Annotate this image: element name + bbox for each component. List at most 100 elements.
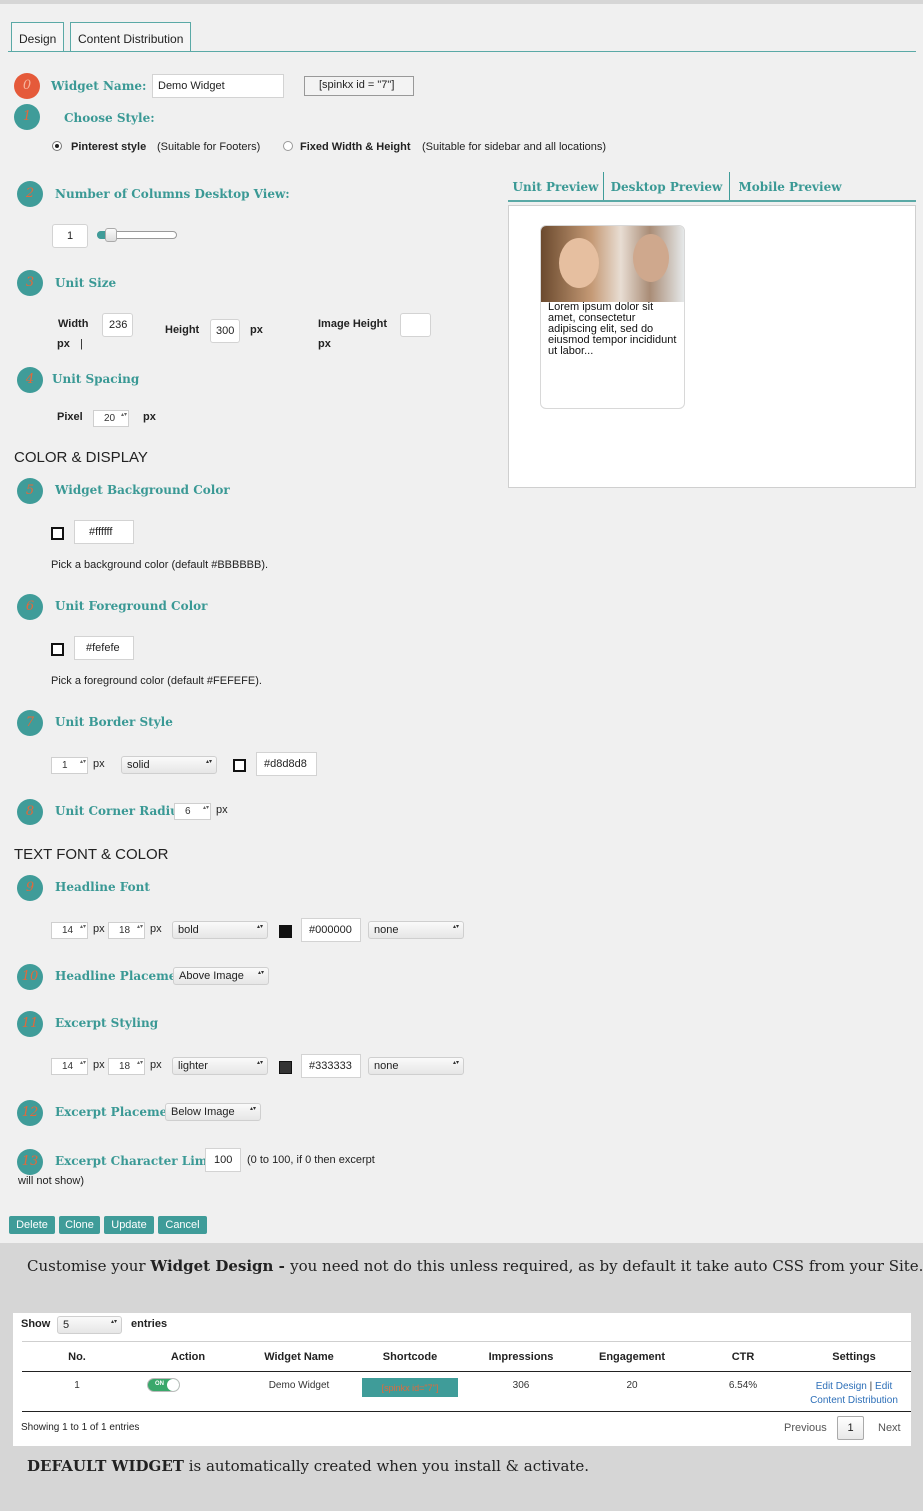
border-color-input[interactable]: #d8d8d8 xyxy=(256,752,317,776)
header-no[interactable]: No. xyxy=(22,1351,132,1363)
header-settings[interactable]: Settings xyxy=(799,1351,909,1363)
excerpt-size-spinner[interactable]: 14 xyxy=(51,1058,88,1075)
edit-link[interactable]: Edit xyxy=(875,1381,892,1392)
shortcode-box[interactable]: [spinkx id = "7"] xyxy=(304,76,414,96)
page-size-select[interactable]: 5 xyxy=(57,1316,122,1334)
widget-name-input[interactable]: Demo Widget xyxy=(152,74,284,98)
page-1-button[interactable]: 1 xyxy=(837,1416,864,1440)
tab-design[interactable]: Design xyxy=(11,22,65,52)
headline-weight-select[interactable]: bold xyxy=(172,921,268,939)
preview-tab-underline xyxy=(508,200,916,202)
excerpt-limit-label: Excerpt Character Limit xyxy=(55,1154,218,1168)
step-badge-8: 8 xyxy=(17,799,43,825)
toggle-label: ON xyxy=(155,1381,164,1387)
step-badge-6: 6 xyxy=(17,594,43,620)
pixel-label: Pixel xyxy=(57,411,83,423)
height-input[interactable]: 300 xyxy=(210,319,240,343)
headline-color-input[interactable]: #000000 xyxy=(301,918,361,942)
excerpt-limit-input[interactable]: 100 xyxy=(205,1148,241,1172)
excerpt-line-px: px xyxy=(150,1059,162,1071)
radio-pinterest-label: Pinterest style xyxy=(71,141,147,153)
unit-size-label: Unit Size xyxy=(55,276,117,290)
update-button[interactable]: Update xyxy=(104,1216,154,1234)
headline-color-swatch[interactable] xyxy=(279,925,292,938)
preview-card-image xyxy=(541,226,684,302)
excerpt-size-px: px xyxy=(93,1059,105,1071)
preview-card: Lorem ipsum dolor sit amet, consectetur … xyxy=(540,225,685,409)
content-distribution-link[interactable]: Content Distribution xyxy=(810,1395,898,1406)
headline-placement-label: Headline Placement xyxy=(55,969,191,983)
bg-color-label: Widget Background Color xyxy=(55,483,230,497)
columns-slider-handle[interactable] xyxy=(105,228,117,242)
settings-separator: | xyxy=(869,1381,873,1392)
excerpt-weight-select[interactable]: lighter xyxy=(172,1057,268,1075)
cell-settings: Edit Design | Edit Content Distribution xyxy=(799,1380,909,1408)
spacing-spinner[interactable]: 20 xyxy=(93,410,129,427)
cancel-button[interactable]: Cancel xyxy=(158,1216,207,1234)
toggle-switch[interactable]: ON xyxy=(147,1378,180,1392)
header-widget-name[interactable]: Widget Name xyxy=(244,1351,354,1363)
image-height-px: px xyxy=(318,338,331,350)
border-width-spinner[interactable]: 1 xyxy=(51,757,88,774)
image-height-input[interactable] xyxy=(400,313,431,337)
border-style-select[interactable]: solid xyxy=(121,756,217,774)
bg-color-input[interactable]: #ffffff xyxy=(74,520,134,544)
excerpt-color-input[interactable]: #333333 xyxy=(301,1054,361,1078)
caption-default-post: is automatically created when you instal… xyxy=(183,1457,590,1475)
headline-transform-select[interactable]: none xyxy=(368,921,464,939)
corner-radius-label: Unit Corner Radius xyxy=(55,804,186,818)
tab-content-distribution[interactable]: Content Distribution xyxy=(70,22,192,52)
fg-color-input[interactable]: #fefefe xyxy=(74,636,134,660)
next-button[interactable]: Next xyxy=(878,1422,901,1434)
section-color-display: COLOR & DISPLAY xyxy=(14,449,148,466)
caption-design: Customise your Widget Design - you need … xyxy=(27,1257,923,1275)
excerpt-color-swatch[interactable] xyxy=(279,1061,292,1074)
delete-button[interactable]: Delete xyxy=(9,1216,55,1234)
excerpt-transform-select[interactable]: none xyxy=(368,1057,464,1075)
headline-size-spinner[interactable]: 14 xyxy=(51,922,88,939)
choose-style-label: Choose Style: xyxy=(64,111,155,125)
cell-no: 1 xyxy=(74,1380,80,1391)
caption-default-widget: DEFAULT WIDGET is automatically created … xyxy=(27,1457,589,1475)
caption-design-post: you need not do this unless required, as… xyxy=(290,1257,923,1275)
top-border xyxy=(0,0,923,4)
radio-fixed[interactable] xyxy=(283,141,293,151)
fg-color-swatch[interactable] xyxy=(51,643,64,656)
header-action[interactable]: Action xyxy=(133,1351,243,1363)
bg-color-help: Pick a background color (default #BBBBBB… xyxy=(51,559,269,571)
header-ctr[interactable]: CTR xyxy=(688,1351,798,1363)
cell-engagement: 20 xyxy=(626,1380,638,1391)
headline-line-spinner[interactable]: 18 xyxy=(108,922,145,939)
table-bottom-border xyxy=(22,1411,911,1412)
headline-font-label: Headline Font xyxy=(55,880,150,894)
width-label: Width xyxy=(58,318,89,330)
width-input[interactable]: 236 xyxy=(102,313,133,337)
edit-design-link[interactable]: Edit Design xyxy=(816,1381,867,1392)
header-shortcode[interactable]: Shortcode xyxy=(355,1351,465,1363)
tab-unit-preview[interactable]: Unit Preview xyxy=(508,172,604,200)
header-impressions[interactable]: Impressions xyxy=(466,1351,576,1363)
radio-fixed-label: Fixed Width & Height xyxy=(300,141,411,153)
table-top-border xyxy=(22,1341,911,1342)
text-cursor: | xyxy=(80,338,83,350)
excerpt-line-spinner[interactable]: 18 xyxy=(108,1058,145,1075)
caption-design-bold: Widget Design - xyxy=(150,1257,291,1275)
bg-color-swatch[interactable] xyxy=(51,527,64,540)
excerpt-limit-note-2: will not show) xyxy=(18,1175,85,1187)
tab-desktop-preview[interactable]: Desktop Preview xyxy=(604,172,730,200)
excerpt-styling-label: Excerpt Styling xyxy=(55,1016,159,1030)
header-engagement[interactable]: Engagement xyxy=(577,1351,687,1363)
corner-radius-spinner[interactable]: 6 xyxy=(174,803,211,820)
tab-mobile-preview[interactable]: Mobile Preview xyxy=(730,172,850,200)
clone-button[interactable]: Clone xyxy=(59,1216,100,1234)
height-label: Height xyxy=(165,324,200,336)
columns-value[interactable]: 1 xyxy=(52,224,88,248)
prev-button[interactable]: Previous xyxy=(784,1422,827,1434)
excerpt-placement-label: Excerpt Placement xyxy=(55,1105,182,1119)
excerpt-placement-select[interactable]: Below Image xyxy=(165,1103,261,1121)
border-width-px: px xyxy=(93,758,105,770)
radio-pinterest[interactable] xyxy=(52,141,62,151)
cell-shortcode[interactable]: [spinkx id="7"] xyxy=(362,1378,458,1397)
headline-placement-select[interactable]: Above Image xyxy=(173,967,269,985)
border-color-swatch[interactable] xyxy=(233,759,246,772)
